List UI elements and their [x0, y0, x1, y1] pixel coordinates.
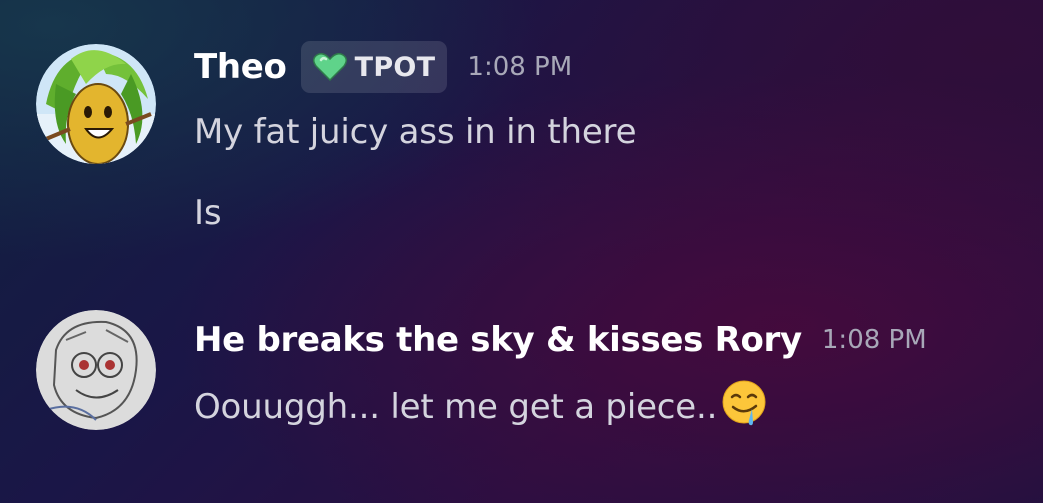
green-heart-icon — [312, 52, 347, 82]
message-group-second-user: He breaks the sky & kisses Rory 1:08 PM … — [0, 300, 1043, 500]
message-text: Is — [194, 193, 222, 233]
message-text: My fat juicy ass in in there — [194, 112, 637, 152]
server-tag-label: TPOT — [354, 51, 436, 83]
timestamp: 1:08 PM — [821, 325, 927, 355]
username[interactable]: He breaks the sky & kisses Rory — [194, 320, 802, 360]
message-text: Oouuggh... let me get a piece.. — [194, 378, 769, 428]
chat-view: { "messages": [ { "username": "Theo", "t… — [0, 0, 1043, 503]
message-header: He breaks the sky & kisses Rory 1:08 PM — [194, 310, 927, 370]
drooling-face-icon — [719, 378, 769, 428]
avatar-second-user[interactable] — [36, 310, 156, 430]
username[interactable]: Theo — [194, 47, 287, 87]
avatar-theo-image — [36, 44, 156, 164]
message-header: Theo TPOT 1:08 PM — [194, 40, 572, 94]
avatar-second-user-image — [36, 310, 156, 430]
server-tag[interactable]: TPOT — [300, 41, 448, 93]
message-group-theo: Theo TPOT 1:08 PM My fat juicy ass in in… — [0, 0, 1043, 260]
message-text-content: Oouuggh... let me get a piece.. — [194, 387, 718, 427]
avatar-theo[interactable] — [36, 44, 156, 164]
timestamp: 1:08 PM — [467, 52, 573, 82]
